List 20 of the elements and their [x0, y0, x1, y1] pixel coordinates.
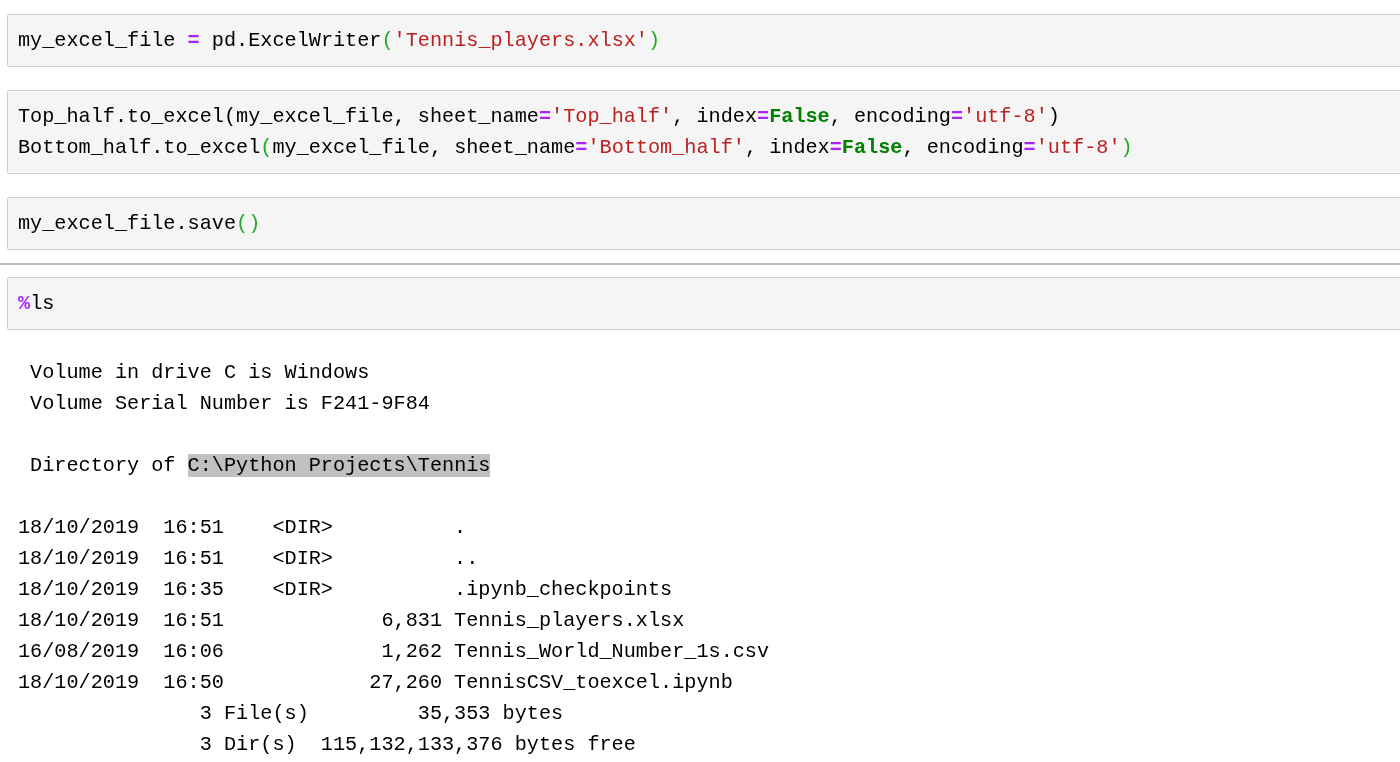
output-line: Directory of C:\Python Projects\Tennis: [29, 453, 492, 479]
code-cell[interactable]: Top_half.to_excel(my_excel_file, sheet_name='Top_half', index=False, encoding='utf-8') Bottom_half.to_excel(my_excel_file, sheet_name='Bottom_half', index=False, encoding='utf-8'): [7, 90, 1400, 174]
output-line: 18/10/2019 16:51 <DIR> .: [18, 515, 468, 541]
code-cell[interactable]: my_excel_file = pd.ExcelWriter('Tennis_players.xlsx'): [7, 14, 1400, 67]
code-cell[interactable]: %ls: [7, 277, 1400, 330]
output-line: Volume Serial Number is F241-9F84: [29, 391, 431, 417]
code-line: my_excel_file = pd.ExcelWriter('Tennis_players.xlsx'): [18, 28, 662, 54]
output-line: 18/10/2019 16:50 27,260 TennisCSV_toexcel.ipynb: [18, 670, 734, 696]
output-line: 3 Dir(s) 115,132,133,376 bytes free: [198, 732, 637, 758]
output-line: 18/10/2019 16:51 <DIR> ..: [18, 546, 480, 572]
output-line: 3 File(s) 35,353 bytes: [198, 701, 565, 727]
code-cell[interactable]: my_excel_file.save(): [7, 197, 1400, 250]
output-line: 18/10/2019 16:35 <DIR> .ipynb_checkpoints: [18, 577, 674, 603]
output-line: 16/08/2019 16:06 1,262 Tennis_World_Number_1s.csv: [18, 639, 771, 665]
code-line: Top_half.to_excel(my_excel_file, sheet_name='Top_half', index=False, encoding='utf-8'): [18, 104, 1061, 130]
output-line: Volume in drive C is Windows: [29, 360, 371, 386]
code-line: %ls: [18, 291, 56, 317]
output-line: 18/10/2019 16:51 6,831 Tennis_players.xlsx: [18, 608, 686, 634]
code-line: my_excel_file.save(): [18, 211, 262, 237]
code-line: Bottom_half.to_excel(my_excel_file, sheet_name='Bottom_half', index=False, encoding='utf-8'): [18, 135, 1134, 161]
